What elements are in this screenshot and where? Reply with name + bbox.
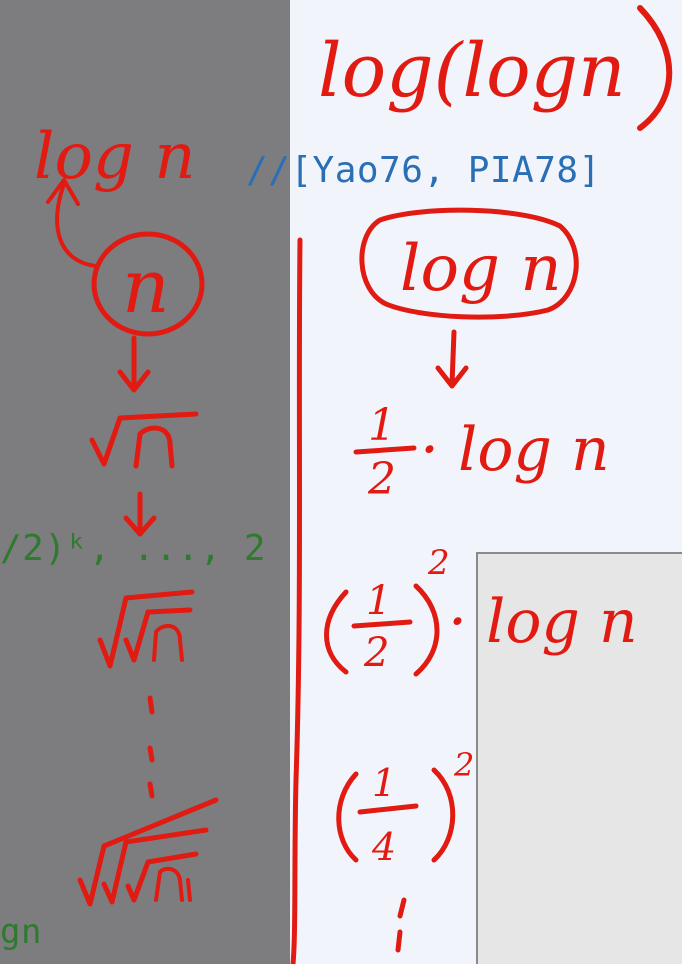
- sqrt-n: [89, 411, 199, 467]
- fraction-c-numerator: 1: [372, 761, 396, 805]
- handwritten-left-log: log n: [34, 120, 196, 194]
- trailing-dots: [395, 897, 407, 953]
- fraction-sq-numerator: 1: [366, 578, 391, 624]
- sqrt-sqrt-sqrt-n: [77, 797, 219, 907]
- down-arrow-2: [123, 491, 157, 537]
- video-frame: //[Yao76, PIA78] /2)ᵏ, ..., 2 gn log(log…: [0, 0, 682, 964]
- handwriting-layer: log(logn log n n log n 1 2 · log n 1 2 2…: [34, 5, 673, 964]
- paren-close-2: [431, 767, 456, 863]
- handwritten-node-n: n: [122, 244, 170, 330]
- paren-close-1: [413, 583, 440, 677]
- handwritten-top-title: log(logn: [318, 28, 626, 114]
- down-arrow-1: [117, 335, 151, 393]
- paren-open-2: [336, 771, 359, 863]
- closing-paren-stroke: [637, 5, 673, 131]
- fraction-c-bar: [357, 803, 419, 815]
- handwritten-sq-logn: · log n: [448, 587, 638, 657]
- fraction-sq-denominator: 2: [363, 630, 389, 676]
- down-arrow-right: [435, 329, 469, 389]
- exponent-2: 2: [453, 746, 474, 784]
- sqrt-n-letter: [133, 425, 175, 469]
- exponent-1: 2: [427, 543, 450, 583]
- fraction-half-bar: [353, 445, 417, 455]
- handwritten-half-logn: · log n: [420, 415, 610, 485]
- fraction-c-denominator: 4: [371, 825, 396, 869]
- paren-open-1: [324, 589, 349, 675]
- sqrt-sqrt-n-letter: [152, 623, 184, 662]
- vertical-dots: [147, 695, 155, 799]
- handwritten-right-node: log n: [400, 232, 562, 306]
- fraction-sq-bar: [351, 619, 413, 629]
- curved-arrow-stroke: [55, 182, 98, 268]
- vertical-divider-stroke: [290, 237, 303, 964]
- fraction-half-denominator: 2: [367, 454, 396, 505]
- sqrt-innermost-letter: [154, 866, 192, 902]
- fraction-half-numerator: 1: [368, 400, 396, 451]
